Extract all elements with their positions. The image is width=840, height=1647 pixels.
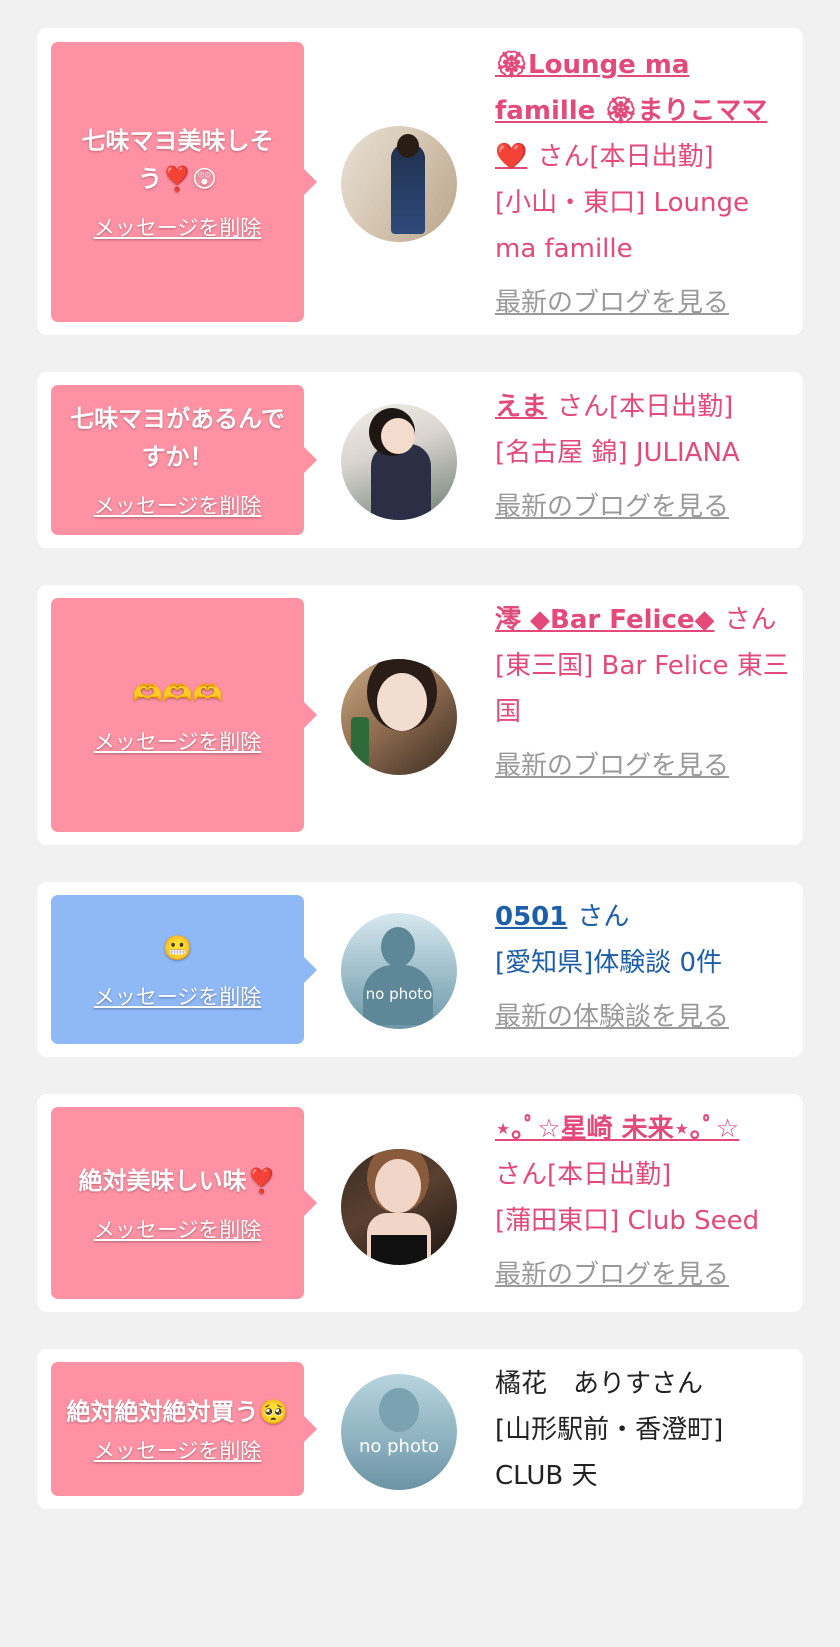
cast-location: [名古屋 錦] JULIANA — [495, 438, 740, 468]
cast-location: [東三国] Bar Felice 東三国 — [495, 651, 789, 727]
avatar-figure — [371, 444, 431, 520]
message-text: 絶対美味しい味❣️ — [78, 1167, 277, 1195]
avatar[interactable] — [341, 404, 457, 520]
avatar-head — [381, 418, 415, 454]
message-text: 七味マヨがあるんですか！ — [70, 405, 285, 471]
cast-info: 橘花 ありすさん [山形駅前・香澄町] CLUB 天 — [495, 1361, 791, 1499]
user-name-link[interactable]: 0501 — [495, 902, 567, 932]
delete-message-link[interactable]: メッセージを削除 — [94, 981, 262, 1011]
avatar-head — [397, 134, 419, 158]
no-photo-label: no photo — [365, 985, 433, 1003]
delete-message-link[interactable]: メッセージを削除 — [94, 726, 262, 756]
user-location: [愛知県]体験談 0件 — [495, 948, 723, 978]
cast-name: 橘花 ありすさん — [495, 1369, 704, 1399]
cast-status: さん[本日出勤] — [495, 1160, 672, 1190]
message-card: 七味マヨ美味しそう❣️😲 メッセージを削除 🏵Lounge ma famille… — [37, 28, 803, 335]
avatar[interactable] — [341, 1149, 457, 1265]
cast-info: 澪 ◆Bar Felice◆ さん [東三国] Bar Felice 東三国 最新… — [495, 597, 791, 789]
blog-link[interactable]: 最新のブログを見る — [495, 280, 791, 326]
cast-status: さん[本日出勤] — [557, 392, 734, 422]
message-card: 絶対絶対絶対買う🥺 メッセージを削除 no photo 橘花 ありすさん [山形… — [37, 1349, 803, 1509]
message-bubble: 🫶🫶🫶 メッセージを削除 — [51, 598, 317, 832]
avatar-head — [377, 673, 427, 731]
message-card: 絶対美味しい味❣️ メッセージを削除 ⋆｡ﾟ☆星崎 未来⋆｡ﾟ☆ さん[本日出勤… — [37, 1094, 803, 1312]
delete-message-link[interactable]: メッセージを削除 — [94, 212, 262, 242]
cast-location: [山形駅前・香澄町] CLUB 天 — [495, 1415, 724, 1491]
blog-link[interactable]: 最新のブログを見る — [495, 1252, 791, 1298]
avatar[interactable] — [341, 659, 457, 775]
cast-info: 🏵Lounge ma famille 🏵まりこママ❤️ さん[本日出勤] [小山・… — [495, 42, 791, 326]
cast-info: えま さん[本日出勤] [名古屋 錦] JULIANA 最新のブログを見る — [495, 384, 791, 530]
silhouette-head — [379, 1388, 419, 1432]
message-bubble: 七味マヨがあるんですか！ メッセージを削除 — [51, 385, 317, 535]
cast-status: さん — [724, 605, 777, 635]
bottle-icon — [351, 717, 369, 767]
delete-message-link[interactable]: メッセージを削除 — [94, 1214, 262, 1244]
cast-name-link[interactable]: 澪 ◆Bar Felice◆ — [495, 605, 715, 635]
message-bubble: 絶対絶対絶対買う🥺 メッセージを削除 — [51, 1362, 317, 1496]
cast-status: さん[本日出勤] — [537, 142, 714, 172]
blog-link[interactable]: 最新のブログを見る — [495, 743, 791, 789]
message-bubble: 絶対美味しい味❣️ メッセージを削除 — [51, 1107, 317, 1299]
avatar[interactable]: no photo — [341, 913, 457, 1029]
cast-name-link[interactable]: ⋆｡ﾟ☆星崎 未来⋆｡ﾟ☆ — [495, 1114, 739, 1144]
delete-message-link[interactable]: メッセージを削除 — [94, 490, 262, 520]
message-bubble: 七味マヨ美味しそう❣️😲 メッセージを削除 — [51, 42, 317, 322]
message-text: 七味マヨ美味しそう❣️😲 — [81, 127, 274, 193]
cast-info: ⋆｡ﾟ☆星崎 未来⋆｡ﾟ☆ さん[本日出勤] [蒲田東口] Club Seed … — [495, 1106, 791, 1298]
message-bubble: 😬 メッセージを削除 — [51, 895, 317, 1044]
silhouette-head — [381, 927, 415, 967]
cast-location: [小山・東口] Lounge ma famille — [495, 188, 749, 264]
review-link[interactable]: 最新の体験談を見る — [495, 994, 791, 1040]
cast-name-link[interactable]: えま — [495, 392, 547, 422]
avatar[interactable]: no photo — [341, 1374, 457, 1490]
user-suffix: さん — [577, 902, 630, 932]
message-text: 😬 — [162, 933, 193, 962]
message-card: 🫶🫶🫶 メッセージを削除 澪 ◆Bar Felice◆ さん [東三国] Bar … — [37, 585, 803, 845]
avatar-dress — [371, 1235, 427, 1265]
message-card: 😬 メッセージを削除 no photo 0501 さん [愛知県]体験談 0件 最… — [37, 882, 803, 1057]
blog-link[interactable]: 最新のブログを見る — [495, 484, 791, 530]
avatar-head — [375, 1159, 421, 1213]
no-photo-label: no photo — [358, 1436, 440, 1457]
avatar[interactable] — [341, 126, 457, 242]
message-text: 絶対絶対絶対買う🥺 — [66, 1398, 289, 1426]
delete-message-link[interactable]: メッセージを削除 — [94, 1435, 262, 1465]
message-text: 🫶🫶🫶 — [132, 679, 223, 707]
user-info: 0501 さん [愛知県]体験談 0件 最新の体験談を見る — [495, 894, 791, 1040]
cast-location: [蒲田東口] Club Seed — [495, 1206, 760, 1236]
message-card: 七味マヨがあるんですか！ メッセージを削除 えま さん[本日出勤] [名古屋 錦]… — [37, 372, 803, 548]
